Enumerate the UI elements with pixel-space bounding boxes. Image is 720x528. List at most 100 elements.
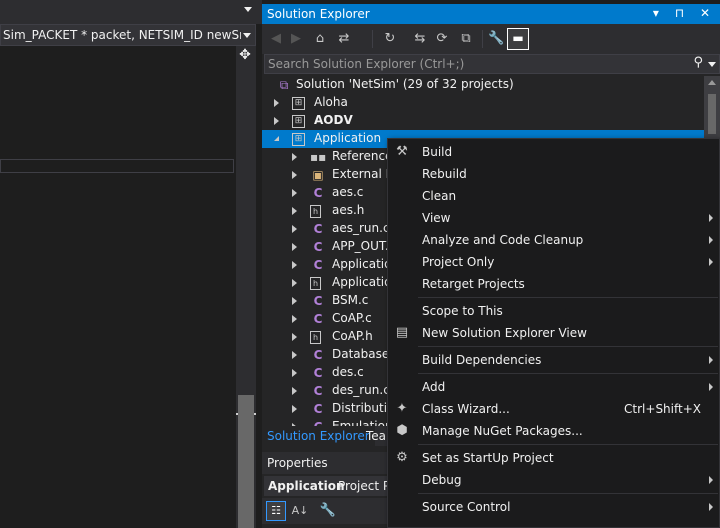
project-icon: ⊞: [292, 97, 305, 110]
refresh-icon[interactable]: ⟳: [434, 31, 450, 47]
menu-item-build-dependencies[interactable]: Build Dependencies: [388, 349, 720, 371]
collapsed-arrow-icon[interactable]: [274, 117, 279, 125]
collapse-all-icon[interactable]: ⧉: [458, 31, 474, 47]
c-file-icon: C: [313, 402, 323, 416]
collapsed-arrow-icon[interactable]: [292, 171, 297, 179]
preview-selected-items-icon[interactable]: ▬: [507, 28, 529, 50]
tab-solution-explorer[interactable]: Solution Explorer: [262, 426, 375, 446]
menu-separator: [418, 373, 718, 374]
collapsed-arrow-icon[interactable]: [292, 243, 297, 251]
tree-item-label: Application: [314, 131, 382, 145]
collapsed-arrow-icon[interactable]: [292, 153, 297, 161]
tree-item[interactable]: ⊞ Aloha: [262, 94, 704, 112]
collapsed-arrow-icon[interactable]: [292, 351, 297, 359]
tree-item-label: des.c: [332, 365, 364, 379]
solution-explorer-toolbar: ◀ ▶ ⌂ ⇄ ↻ ⇆ ⟳ ⧉ 🔧 ▬: [262, 24, 720, 54]
code-editor: Sim_PACKET * packet, NETSIM_ID newSrc, d…: [0, 0, 262, 528]
submenu-arrow-icon: [709, 236, 713, 244]
submenu-arrow-icon: [709, 476, 713, 484]
tree-scrollbar-thumb[interactable]: [708, 94, 716, 134]
forward-icon[interactable]: ▶: [288, 31, 304, 47]
menu-item-clean[interactable]: Clean: [388, 185, 720, 207]
categorized-icon[interactable]: ☷: [266, 501, 286, 521]
tab-dropdown-icon[interactable]: [244, 7, 252, 12]
menu-item-rebuild[interactable]: Rebuild: [388, 163, 720, 185]
collapsed-arrow-icon[interactable]: [292, 333, 297, 341]
current-line-highlight: [0, 159, 234, 173]
menu-item-class-wizard[interactable]: ✦ Class Wizard... Ctrl+Shift+X: [388, 398, 720, 420]
context-menu: ⚒ Build Rebuild Clean View Analyze and Code C…: [387, 138, 720, 528]
tree-item-label: Applicatio: [332, 257, 392, 271]
menu-item-scope-to-this[interactable]: Scope to This: [388, 300, 720, 322]
new-view-icon: ▤: [395, 325, 409, 340]
tree-item-label: BSM.c: [332, 293, 369, 307]
search-icon[interactable]: ⚲: [693, 55, 703, 70]
collapsed-arrow-icon[interactable]: [292, 207, 297, 215]
tree-item[interactable]: ⧉ Solution 'NetSim' (29 of 32 projects): [262, 76, 704, 94]
chevron-down-icon[interactable]: [243, 33, 251, 38]
pending-changes-filter-icon[interactable]: ↻: [382, 31, 398, 47]
code-area[interactable]: [0, 46, 236, 528]
collapsed-arrow-icon[interactable]: [292, 405, 297, 413]
c-file-icon: C: [313, 222, 323, 236]
member-navigation-bar[interactable]: Sim_PACKET * packet, NETSIM_ID newSrc, d…: [0, 24, 256, 46]
menu-item-label: Analyze and Code Cleanup: [422, 233, 584, 247]
menu-item-analyze-and-code-cleanup[interactable]: Analyze and Code Cleanup: [388, 229, 720, 251]
collapsed-arrow-icon[interactable]: [292, 315, 297, 323]
menu-item-view[interactable]: View: [388, 207, 720, 229]
submenu-arrow-icon: [709, 258, 713, 266]
solution-explorer-title: Solution Explorer: [267, 7, 370, 21]
collapsed-arrow-icon[interactable]: [292, 387, 297, 395]
menu-item-manage-nuget-packages[interactable]: ⬢ Manage NuGet Packages...: [388, 420, 720, 442]
collapsed-arrow-icon[interactable]: [292, 297, 297, 305]
menu-item-label: Build: [422, 145, 453, 159]
expanded-arrow-icon[interactable]: [274, 136, 279, 141]
collapsed-arrow-icon[interactable]: [292, 279, 297, 287]
menu-item-label: Manage NuGet Packages...: [422, 424, 583, 438]
c-file-icon: C: [313, 258, 323, 272]
scrollbar-thumb[interactable]: [238, 395, 254, 528]
tab-team-explorer[interactable]: Tea: [366, 429, 386, 443]
tree-item[interactable]: ⊞ AODV: [262, 112, 704, 130]
collapsed-arrow-icon[interactable]: [292, 369, 297, 377]
collapsed-arrow-icon[interactable]: [292, 261, 297, 269]
scroll-up-icon[interactable]: [708, 80, 716, 85]
menu-item-retarget-projects[interactable]: Retarget Projects: [388, 273, 720, 295]
menu-item-new-solution-explorer-view[interactable]: ▤ New Solution Explorer View: [388, 322, 720, 344]
search-placeholder: Search Solution Explorer (Ctrl+;): [268, 57, 465, 71]
menu-item-build[interactable]: ⚒ Build: [388, 141, 720, 163]
submenu-arrow-icon: [709, 503, 713, 511]
property-pages-wrench-icon[interactable]: 🔧: [318, 501, 338, 521]
switch-views-icon[interactable]: ⇄: [336, 31, 352, 47]
menu-item-debug[interactable]: Debug: [388, 469, 720, 491]
tree-item-label: APP_OUT.c: [332, 239, 396, 253]
alphabetical-icon[interactable]: A↓: [290, 501, 310, 521]
menu-item-label: Clean: [422, 189, 457, 203]
menu-item-add[interactable]: Add: [388, 376, 720, 398]
c-file-icon: C: [313, 384, 323, 398]
sync-icon[interactable]: ⇆: [412, 31, 428, 47]
references-icon: ▪▪: [310, 150, 327, 164]
tree-item-label: Aloha: [314, 95, 348, 109]
back-icon[interactable]: ◀: [268, 31, 284, 47]
split-window-icon[interactable]: ✥: [237, 47, 253, 63]
c-file-icon: C: [313, 312, 323, 326]
properties-wrench-icon[interactable]: 🔧: [488, 31, 504, 47]
search-options-dropdown-icon[interactable]: [708, 62, 716, 67]
toolbar-separator: [372, 30, 373, 48]
nuget-icon: ⬢: [396, 423, 408, 438]
build-icon: ⚒: [396, 144, 408, 159]
menu-item-label: Set as StartUp Project: [422, 451, 554, 465]
menu-item-label: Class Wizard...: [422, 402, 510, 416]
collapsed-arrow-icon[interactable]: [292, 189, 297, 197]
window-buttons[interactable]: ▾ ⊓ ✕: [653, 6, 716, 20]
menu-item-source-control[interactable]: Source Control: [388, 496, 720, 518]
menu-item-set-as-startup-project[interactable]: ⚙ Set as StartUp Project: [388, 447, 720, 469]
collapsed-arrow-icon[interactable]: [292, 225, 297, 233]
home-icon[interactable]: ⌂: [312, 31, 328, 47]
gear-icon: ⚙: [396, 450, 408, 465]
submenu-arrow-icon: [709, 214, 713, 222]
search-input[interactable]: Search Solution Explorer (Ctrl+;) ⚲: [264, 54, 720, 74]
collapsed-arrow-icon[interactable]: [274, 99, 279, 107]
menu-item-project-only[interactable]: Project Only: [388, 251, 720, 273]
